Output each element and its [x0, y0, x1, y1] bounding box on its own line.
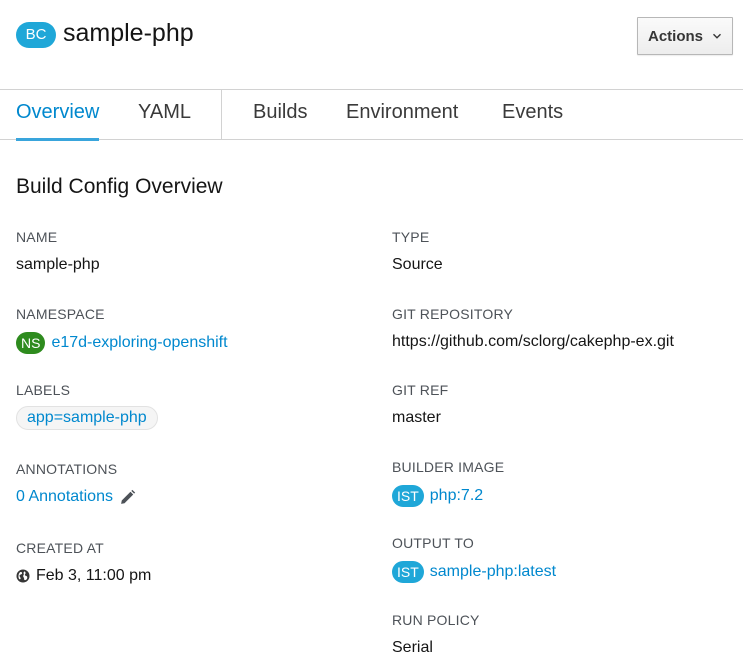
field-value: sample-php [16, 256, 100, 273]
builder-image-link[interactable]: php:7.2 [430, 486, 483, 506]
imagestreamtag-badge: IST [392, 561, 424, 583]
namespace-link[interactable]: e17d-exploring-openshift [51, 333, 227, 353]
field-label: LABELS [16, 382, 71, 398]
field-label: TYPE [392, 229, 430, 245]
edit-annotations-link[interactable]: 0 Annotations [16, 487, 113, 507]
field-output-to: OUTPUT TO IST sample-php:latest [392, 534, 732, 583]
field-value: IST sample-php:latest [392, 561, 732, 583]
tab-environment[interactable]: Environment [346, 90, 458, 140]
field-namespace: NAMESPACE NS e17d-exploring-openshift [16, 305, 356, 354]
field-value: Source [392, 256, 443, 273]
field-label: GIT REPOSITORY [392, 306, 514, 322]
field-name: NAME sample-php [16, 228, 356, 275]
chevron-down-icon [713, 33, 721, 39]
field-value: 0 Annotations [16, 487, 356, 507]
page-header: BC sample-php Actions [0, 0, 743, 90]
actions-dropdown-button[interactable]: Actions [637, 17, 733, 55]
imagestreamtag-badge: IST [392, 485, 424, 507]
tab-yaml[interactable]: YAML [138, 90, 191, 140]
tab-overview[interactable]: Overview [16, 90, 100, 141]
field-label: OUTPUT TO [392, 535, 474, 551]
build-config-details-page: BC sample-php Actions Overview YAML Buil… [0, 0, 743, 662]
tab-divider [221, 90, 222, 140]
field-label: ANNOTATIONS [16, 461, 118, 477]
field-git-repository: GIT REPOSITORY https://github.com/sclorg… [392, 305, 732, 352]
field-value: https://github.com/sclorg/cakephp-ex.git [392, 333, 674, 350]
output-image-link[interactable]: sample-php:latest [430, 562, 556, 582]
field-label: CREATED AT [16, 540, 104, 556]
field-run-policy: RUN POLICY Serial [392, 611, 732, 658]
pencil-icon[interactable] [119, 489, 136, 506]
namespace-badge: NS [16, 332, 46, 354]
created-at-timestamp: Feb 3, 11:00 pm [36, 567, 152, 584]
field-created-at: CREATED AT Feb 3, 11:00 pm [16, 539, 356, 586]
field-label: BUILDER IMAGE [392, 459, 505, 475]
section-heading: Build Config Overview [16, 175, 223, 198]
field-builder-image: BUILDER IMAGE IST php:7.2 [392, 458, 732, 507]
field-value: IST php:7.2 [392, 485, 732, 507]
field-label: NAME [16, 229, 58, 245]
actions-button-label: Actions [647, 27, 703, 45]
field-label: GIT REF [392, 382, 449, 398]
field-label: RUN POLICY [392, 612, 480, 628]
page-title: sample-php [63, 19, 194, 47]
field-value: Feb 3, 11:00 pm [16, 566, 356, 586]
label-chip[interactable]: app=sample-php [16, 406, 158, 430]
tab-builds[interactable]: Builds [253, 90, 307, 140]
field-labels: LABELS app=sample-php [16, 381, 356, 430]
field-label: NAMESPACE [16, 306, 105, 322]
field-value: NS e17d-exploring-openshift [16, 332, 356, 354]
field-value: app=sample-php [16, 406, 356, 430]
field-annotations: ANNOTATIONS 0 Annotations [16, 460, 356, 507]
field-value: Serial [392, 639, 433, 656]
resource-kind-badge: BC [16, 22, 56, 48]
tab-events[interactable]: Events [502, 90, 563, 140]
horizontal-nav-tabs: Overview YAML Builds Environment Events [0, 90, 743, 141]
globe-icon [16, 569, 30, 583]
field-type: TYPE Source [392, 228, 732, 275]
field-git-ref: GIT REF master [392, 381, 732, 428]
field-value: master [392, 409, 441, 426]
